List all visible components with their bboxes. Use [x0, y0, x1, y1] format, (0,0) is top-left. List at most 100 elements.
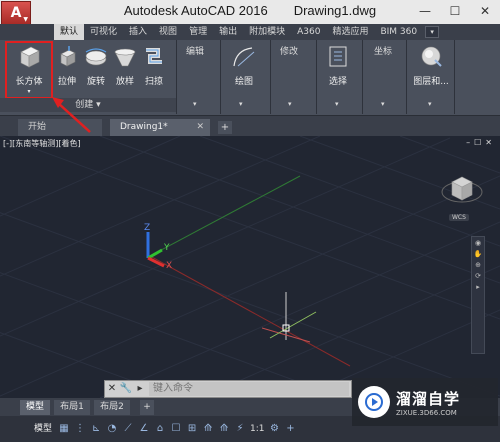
- layers-panel-button[interactable]: 图层和...: [410, 42, 452, 98]
- start-tab-label: 开始: [28, 122, 47, 132]
- viewport-restore-button[interactable]: ☐: [474, 138, 481, 147]
- pan-icon[interactable]: ✋: [473, 250, 483, 258]
- tab-layout1[interactable]: 布局1: [54, 400, 90, 415]
- layers-panel-dropdown[interactable]: ▾: [428, 100, 432, 108]
- ortho-icon[interactable]: ⊾: [88, 420, 104, 438]
- edit-panel-title[interactable]: 编辑: [186, 44, 204, 57]
- object-snap-tracking-icon[interactable]: ∠: [136, 420, 152, 438]
- z-axis-label: Z: [144, 223, 150, 233]
- dynamic-ucs-icon[interactable]: ☐: [168, 420, 184, 438]
- loft-tool-button[interactable]: 放样: [112, 42, 138, 98]
- viewport-label[interactable]: [-][东南等轴测][着色]: [3, 138, 81, 149]
- tab-drawing1[interactable]: Drawing1* ✕: [110, 119, 210, 136]
- workspace-gear-icon[interactable]: ⚙: [267, 420, 283, 438]
- command-prompt-icon[interactable]: ▸: [133, 381, 147, 397]
- panel-divider: [270, 40, 271, 114]
- y-axis-label: Y: [163, 243, 170, 253]
- tab-start[interactable]: 开始: [18, 119, 102, 136]
- close-icon[interactable]: ✕: [196, 119, 204, 136]
- maximize-button[interactable]: ☐: [440, 0, 470, 22]
- isodraft-icon[interactable]: ⟋: [120, 420, 136, 438]
- draw-panel-dropdown[interactable]: ▾: [239, 100, 243, 108]
- command-line: ✕ 🔧 ▸: [104, 380, 352, 398]
- selection-panel-button[interactable]: 选择: [322, 42, 354, 98]
- select-label: 选择: [328, 77, 347, 87]
- model-space-button[interactable]: 模型: [30, 420, 56, 438]
- revolve-tool-button[interactable]: 旋转: [83, 42, 109, 98]
- coordinates-panel-dropdown[interactable]: ▾: [381, 100, 385, 108]
- ribbon-options-button[interactable]: ▾: [425, 26, 440, 38]
- tab-addins[interactable]: 附加模块: [243, 24, 291, 40]
- object-snap-icon[interactable]: ⌂: [152, 420, 168, 438]
- draw-arc-icon: [233, 47, 255, 67]
- command-input[interactable]: [149, 382, 349, 396]
- extrude-label: 拉伸: [57, 77, 76, 87]
- watermark: 溜溜自学 ZIXUE.3D66.COM: [352, 378, 498, 426]
- panel-divider: [454, 40, 455, 114]
- x-axis-label: X: [166, 261, 172, 270]
- close-window-button[interactable]: ✕: [470, 0, 500, 22]
- sweep-icon: [146, 48, 162, 64]
- sweep-label: 扫掠: [144, 77, 163, 87]
- grid-icon[interactable]: ▦: [56, 420, 72, 438]
- coordinates-panel-title[interactable]: 坐标: [374, 44, 392, 57]
- minimize-button[interactable]: —: [410, 0, 440, 22]
- title-bar: A ▼ Autodesk AutoCAD 2016 Drawing1.dwg — …: [0, 0, 500, 25]
- extrude-tool-button[interactable]: 拉伸: [54, 42, 80, 98]
- tab-manage[interactable]: 管理: [183, 24, 213, 40]
- viewport-close-button[interactable]: ✕: [485, 138, 492, 147]
- wrench-icon[interactable]: 🔧: [119, 381, 133, 397]
- tab-bim360[interactable]: BIM 360: [374, 24, 423, 40]
- play-logo-icon: [358, 386, 390, 418]
- wcs-menu[interactable]: WCS: [449, 214, 469, 221]
- revolve-icon: [85, 48, 107, 66]
- annotation-visibility-icon[interactable]: ⟰: [216, 420, 232, 438]
- modify-panel-title[interactable]: 修改: [280, 44, 298, 57]
- draw-label: 绘图: [234, 77, 253, 87]
- orbit-icon[interactable]: ⟳: [473, 272, 483, 280]
- watermark-title: 溜溜自学: [396, 389, 461, 408]
- tab-featured-apps[interactable]: 精选应用: [326, 24, 374, 40]
- tab-a360[interactable]: A360: [291, 24, 326, 40]
- tab-default[interactable]: 默认: [54, 24, 85, 40]
- panel-divider: [362, 40, 363, 114]
- tab-model[interactable]: 模型: [20, 400, 50, 415]
- drawing-viewport[interactable]: [-][东南等轴测][着色] – ☐ ✕ Z Y X WCS ◉ ✋ ⊕ ⟳ ▸: [0, 136, 500, 398]
- edit-panel-dropdown[interactable]: ▾: [193, 100, 197, 108]
- tab-layout2[interactable]: 布局2: [94, 400, 130, 415]
- chevron-down-icon: ▾: [96, 100, 101, 110]
- viewport-minimize-button[interactable]: –: [466, 138, 470, 147]
- modify-panel-dropdown[interactable]: ▾: [288, 100, 292, 108]
- add-icon[interactable]: +: [283, 420, 299, 438]
- create-panel-label: 创建: [75, 100, 94, 110]
- draw-panel-button[interactable]: 绘图: [226, 42, 262, 98]
- selection-panel-dropdown[interactable]: ▾: [335, 100, 339, 108]
- navigation-bar: ◉ ✋ ⊕ ⟳ ▸: [471, 236, 485, 354]
- create-panel-title[interactable]: 创建 ▾: [0, 98, 176, 112]
- tab-output[interactable]: 输出: [213, 24, 243, 40]
- tab-view[interactable]: 视图: [153, 24, 183, 40]
- snap-icon[interactable]: ⋮: [72, 420, 88, 438]
- crosshair-cursor: [262, 292, 317, 343]
- steering-wheel-icon[interactable]: ◉: [473, 239, 483, 247]
- zoom-icon[interactable]: ⊕: [473, 261, 483, 269]
- selection-filter-icon[interactable]: ⊞: [184, 420, 200, 438]
- grid-canvas: [0, 136, 500, 398]
- revolve-label: 旋转: [86, 77, 105, 87]
- ribbon-panel: 长方体 ▾ 拉伸 旋转 放样 扫掠 创建 ▾ 编辑 ▾ 绘图 ▾ 修改 ▾ 选择…: [0, 40, 500, 116]
- polar-icon[interactable]: ◔: [104, 420, 120, 438]
- annotation-scale[interactable]: 1:1: [248, 420, 266, 438]
- auto-scale-icon[interactable]: ⚡: [232, 420, 248, 438]
- gizmo-icon[interactable]: ⟰: [200, 420, 216, 438]
- showmotion-icon[interactable]: ▸: [473, 283, 483, 291]
- close-icon[interactable]: ✕: [105, 381, 119, 397]
- add-layout-button[interactable]: +: [140, 400, 154, 415]
- panel-divider: [220, 40, 221, 114]
- panel-divider: [316, 40, 317, 114]
- highlight-box: [5, 41, 53, 99]
- new-tab-button[interactable]: +: [218, 121, 232, 134]
- sweep-tool-button[interactable]: 扫掠: [141, 42, 167, 98]
- tab-visualize[interactable]: 可视化: [84, 24, 123, 40]
- tab-insert[interactable]: 插入: [123, 24, 153, 40]
- file-name: Drawing1.dwg: [293, 3, 377, 18]
